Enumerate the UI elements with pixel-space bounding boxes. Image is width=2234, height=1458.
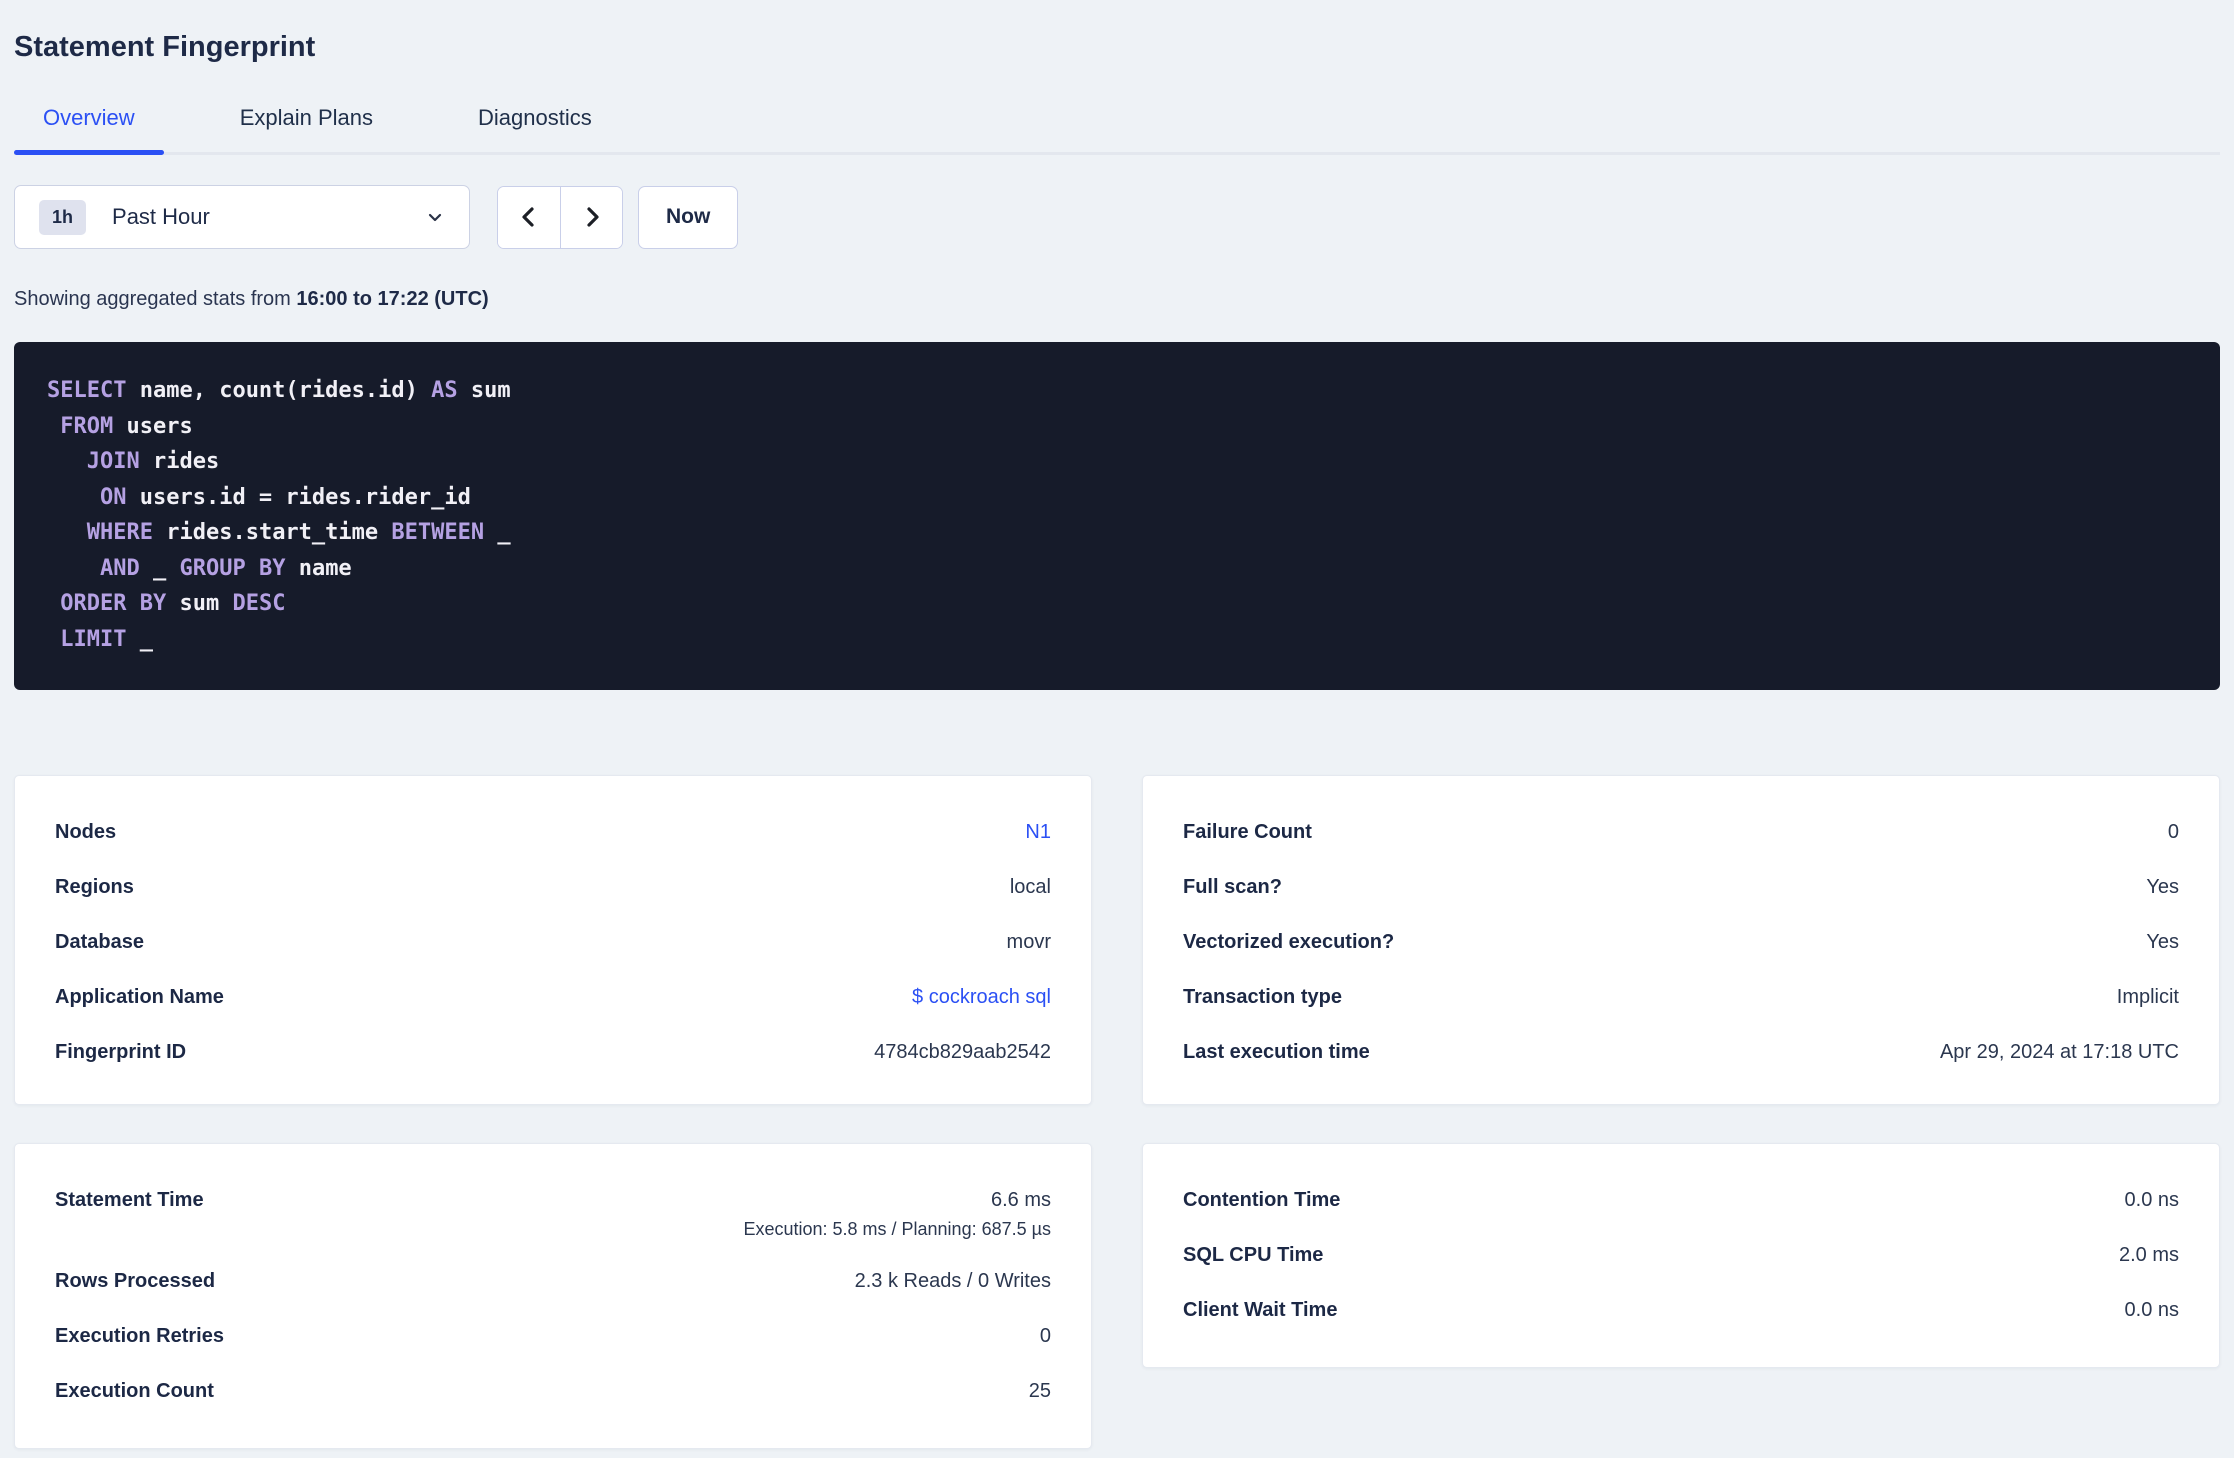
regions-label: Regions <box>55 876 134 898</box>
chevron-left-icon <box>522 207 534 227</box>
tab-overview[interactable]: Overview <box>14 105 164 155</box>
detail-row-statement-time: Statement Time 6.6 ms Execution: 5.8 ms … <box>55 1189 1051 1239</box>
tab-diagnostics[interactable]: Diagnostics <box>449 106 621 152</box>
chevron-down-icon <box>428 213 442 222</box>
detail-row-fingerprint-id: Fingerprint ID 4784cb829aab2542 <box>55 1041 1051 1063</box>
aggregated-stats-note-prefix: Showing aggregated stats from <box>14 288 297 310</box>
fingerprint-id-label: Fingerprint ID <box>55 1041 187 1063</box>
overview-cards-row: Nodes N1 Regions local Database movr App… <box>14 775 2220 1105</box>
detail-row-client-wait-time: Client Wait Time 0.0 ns <box>1183 1299 2179 1321</box>
last-execution-time-value: Apr 29, 2024 at 17:18 UTC <box>1939 1041 2179 1063</box>
rows-processed-value: 2.3 k Reads / 0 Writes <box>854 1270 1051 1292</box>
sql-line: LIMIT _ <box>60 626 153 652</box>
rows-processed-label: Rows Processed <box>55 1270 216 1292</box>
time-controls: 1h Past Hour Now <box>14 185 2220 249</box>
transaction-type-label: Transaction type <box>1183 986 1342 1008</box>
detail-row-nodes: Nodes N1 <box>55 821 1051 843</box>
tab-explain-plans-label: Explain Plans <box>239 105 373 130</box>
client-wait-time-value: 0.0 ns <box>2124 1299 2179 1321</box>
chevron-right-icon <box>586 207 599 227</box>
sql-cpu-time-value: 2.0 ms <box>2118 1244 2179 1266</box>
sql-line: ORDER BY sum DESC <box>60 591 286 616</box>
now-button[interactable]: Now <box>638 185 739 249</box>
execution-retries-label: Execution Retries <box>55 1325 224 1347</box>
statement-fingerprint-page: Statement Fingerprint Overview Explain P… <box>0 28 2234 1449</box>
sql-line: SELECT name, count(rides.id) AS sum <box>47 378 511 403</box>
time-range-select[interactable]: 1h Past Hour <box>14 185 470 249</box>
wait-timing-card: Contention Time 0.0 ns SQL CPU Time 2.0 … <box>1142 1143 2220 1368</box>
detail-row-execution-count: Execution Count 25 <box>55 1380 1051 1402</box>
database-label: Database <box>55 931 144 953</box>
contention-time-label: Contention Time <box>1183 1189 1341 1211</box>
statement-time-label: Statement Time <box>55 1189 204 1211</box>
sql-line: JOIN rides <box>86 449 220 474</box>
detail-row-full-scan: Full scan? Yes <box>1183 876 2179 898</box>
regions-value: local <box>1009 876 1051 898</box>
full-scan-label: Full scan? <box>1183 876 1282 898</box>
detail-row-contention-time: Contention Time 0.0 ns <box>1183 1189 2179 1211</box>
page-title: Statement Fingerprint <box>14 31 316 63</box>
tab-bar: Overview Explain Plans Diagnostics <box>14 106 2220 155</box>
statement-timing-card: Statement Time 6.6 ms Execution: 5.8 ms … <box>14 1143 1092 1449</box>
prev-time-button[interactable] <box>498 186 560 248</box>
contention-time-value: 0.0 ns <box>2124 1189 2179 1211</box>
execution-count-value: 25 <box>1028 1380 1051 1402</box>
detail-row-application-name: Application Name $ cockroach sql <box>55 986 1051 1008</box>
sql-line: WHERE rides.start_time BETWEEN _ <box>86 520 511 545</box>
sql-line: FROM users <box>60 413 193 439</box>
aggregated-stats-note-range: 16:00 to 17:22 (UTC) <box>296 288 489 310</box>
detail-row-database: Database movr <box>55 931 1051 953</box>
failure-count-value: 0 <box>2167 821 2179 843</box>
detail-row-failure-count: Failure Count 0 <box>1183 821 2179 843</box>
aggregated-stats-note: Showing aggregated stats from 16:00 to 1… <box>14 288 2220 310</box>
time-interval-badge: 1h <box>39 199 87 235</box>
database-value: movr <box>1006 931 1051 953</box>
application-name-label: Application Name <box>55 986 224 1008</box>
detail-row-transaction-type: Transaction type Implicit <box>1183 986 2179 1008</box>
sql-line: ON users.id = rides.rider_id <box>99 484 471 510</box>
detail-row-sql-cpu-time: SQL CPU Time 2.0 ms <box>1183 1244 2179 1266</box>
statement-time-value: 6.6 ms Execution: 5.8 ms / Planning: 687… <box>743 1189 1051 1239</box>
last-execution-time-label: Last execution time <box>1183 1041 1370 1063</box>
execution-count-label: Execution Count <box>55 1380 214 1402</box>
detail-row-execution-retries: Execution Retries 0 <box>55 1325 1051 1347</box>
statement-time-breakdown: Execution: 5.8 ms / Planning: 687.5 µs <box>743 1219 1051 1239</box>
sql-cpu-time-label: SQL CPU Time <box>1183 1244 1324 1266</box>
vectorized-execution-value: Yes <box>2146 931 2179 953</box>
full-scan-value: Yes <box>2146 876 2179 898</box>
detail-row-last-execution-time: Last execution time Apr 29, 2024 at 17:1… <box>1183 1041 2179 1063</box>
statement-time-total: 6.6 ms <box>990 1189 1051 1211</box>
time-step-button-group <box>497 185 623 249</box>
tab-diagnostics-label: Diagnostics <box>478 105 592 130</box>
detail-row-rows-processed: Rows Processed 2.3 k Reads / 0 Writes <box>55 1270 1051 1292</box>
sql-line: AND _ GROUP BY name <box>99 555 352 581</box>
time-range-label: Past Hour <box>112 204 210 229</box>
next-time-button[interactable] <box>560 186 622 248</box>
client-wait-time-label: Client Wait Time <box>1183 1299 1338 1321</box>
execution-retries-value: 0 <box>1039 1325 1051 1347</box>
tab-explain-plans[interactable]: Explain Plans <box>211 106 402 152</box>
vectorized-execution-label: Vectorized execution? <box>1183 931 1395 953</box>
application-name-link[interactable]: $ cockroach sql <box>912 986 1051 1008</box>
nodes-link[interactable]: N1 <box>1025 821 1051 843</box>
failure-count-label: Failure Count <box>1183 821 1312 843</box>
statement-details-card: Nodes N1 Regions local Database movr App… <box>14 775 1092 1105</box>
execution-attributes-card: Failure Count 0 Full scan? Yes Vectorize… <box>1142 775 2220 1105</box>
tab-overview-label: Overview <box>43 105 135 130</box>
detail-row-regions: Regions local <box>55 876 1051 898</box>
nodes-label: Nodes <box>55 821 117 843</box>
fingerprint-id-value: 4784cb829aab2542 <box>874 1041 1051 1063</box>
timing-cards-row: Statement Time 6.6 ms Execution: 5.8 ms … <box>14 1143 2220 1449</box>
transaction-type-value: Implicit <box>2116 986 2179 1008</box>
sql-statement-box: SELECT name, count(rides.id) AS sum FROM… <box>14 342 2220 690</box>
detail-row-vectorized-execution: Vectorized execution? Yes <box>1183 931 2179 953</box>
